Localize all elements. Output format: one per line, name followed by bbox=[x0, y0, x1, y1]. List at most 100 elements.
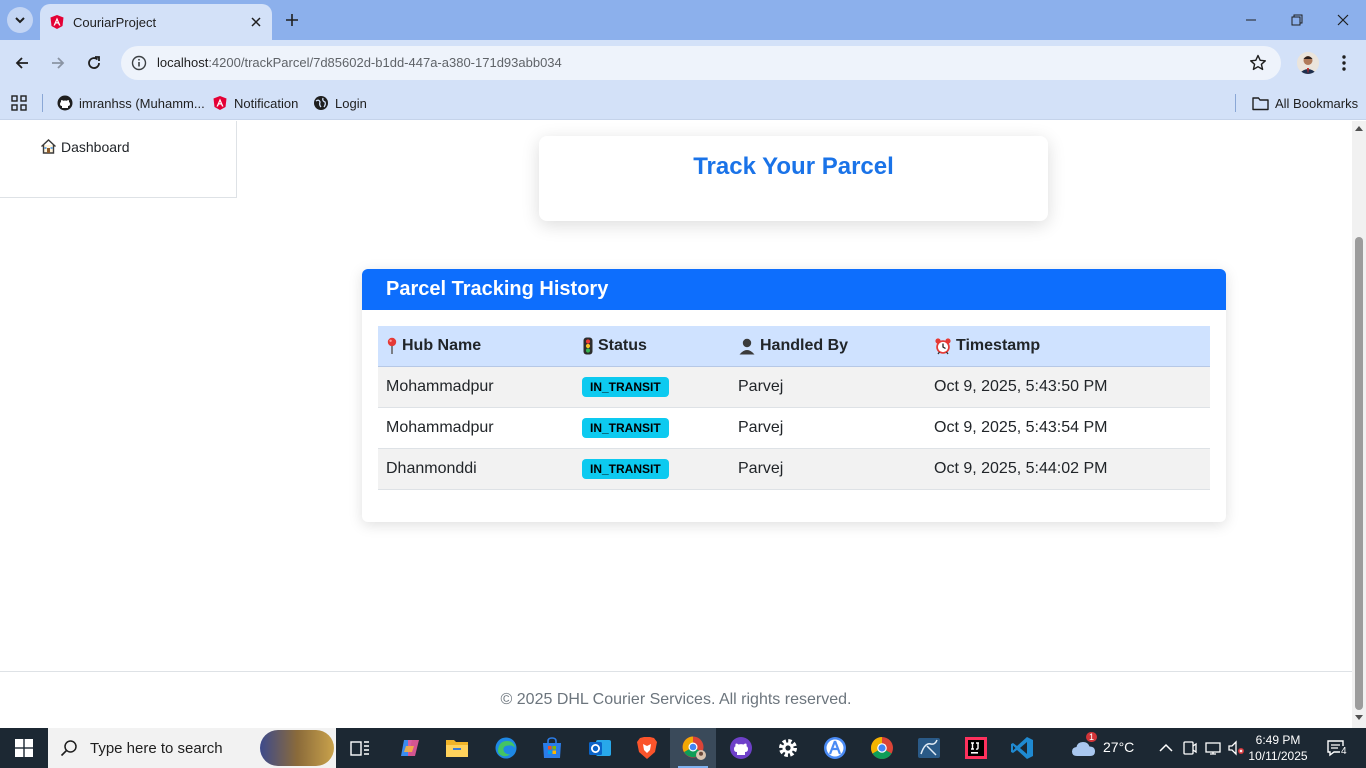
table-row: Mohammadpur IN_TRANSIT Parvej Oct 9, 202… bbox=[378, 367, 1210, 408]
home-icon bbox=[41, 139, 56, 154]
tab-search-button[interactable] bbox=[7, 7, 33, 33]
all-bookmarks-label: All Bookmarks bbox=[1275, 95, 1359, 111]
bookmark-login[interactable]: Login bbox=[313, 92, 367, 114]
windows-taskbar: Type here to search 1 27°C 6:49 PM 10/11… bbox=[0, 728, 1366, 768]
plus-icon bbox=[286, 14, 298, 26]
sidebar-item-dashboard[interactable]: Dashboard bbox=[40, 138, 130, 155]
start-button[interactable] bbox=[0, 728, 48, 768]
bookmark-label: imranhss (Muhamm... bbox=[79, 95, 205, 111]
restore-icon bbox=[1291, 14, 1303, 26]
edge-icon[interactable] bbox=[492, 734, 520, 762]
brave-browser-icon[interactable] bbox=[633, 734, 661, 762]
reload-icon bbox=[88, 56, 100, 69]
status-cell: IN_TRANSIT bbox=[574, 459, 730, 479]
more-vertical-icon bbox=[1342, 55, 1346, 71]
github-icon bbox=[57, 95, 73, 111]
android-studio-icon[interactable] bbox=[821, 734, 849, 762]
chrome-profile-icon[interactable] bbox=[680, 734, 708, 762]
browser-toolbar: localhost:4200/trackParcel/7d85602d-b1dd… bbox=[0, 40, 1366, 86]
search-placeholder: Type here to search bbox=[90, 739, 223, 757]
scroll-down-icon[interactable] bbox=[1355, 714, 1363, 722]
bookmark-github[interactable]: imranhss (Muhamm... bbox=[57, 92, 205, 114]
page-scrollbar[interactable] bbox=[1352, 121, 1366, 728]
vscode-icon[interactable] bbox=[1008, 734, 1036, 762]
apps-button[interactable] bbox=[11, 92, 33, 114]
bookmark-notification[interactable]: Notification bbox=[212, 92, 298, 114]
timestamp: Oct 9, 2025, 5:44:02 PM bbox=[934, 460, 1108, 477]
search-highlight-image[interactable] bbox=[260, 730, 334, 766]
bookmark-label: Login bbox=[335, 95, 367, 111]
site-info-icon[interactable] bbox=[127, 51, 151, 75]
intellij-idea-icon[interactable] bbox=[962, 734, 990, 762]
sidebar: Dashboard bbox=[0, 121, 237, 198]
traffic-light-icon bbox=[583, 337, 593, 355]
new-tab-button[interactable] bbox=[282, 10, 302, 30]
task-view-icon[interactable] bbox=[346, 734, 374, 762]
person-icon bbox=[739, 338, 755, 355]
alarm-clock-icon bbox=[935, 338, 951, 355]
browser-tabstrip: CouriarProject bbox=[0, 0, 1366, 40]
outlook-icon[interactable] bbox=[586, 734, 614, 762]
table-row: Dhanmonddi IN_TRANSIT Parvej Oct 9, 2025… bbox=[378, 449, 1210, 490]
arrow-left-icon bbox=[15, 57, 28, 69]
scroll-up-icon[interactable] bbox=[1355, 124, 1363, 132]
forward-button[interactable] bbox=[46, 51, 70, 75]
timestamp: Oct 9, 2025, 5:43:50 PM bbox=[934, 378, 1108, 395]
system-clock[interactable]: 6:49 PM 10/11/2025 bbox=[1246, 732, 1310, 764]
minimize-icon bbox=[1246, 19, 1256, 21]
profile-avatar[interactable] bbox=[1297, 52, 1319, 74]
microsoft-store-icon[interactable] bbox=[538, 734, 566, 762]
bookmark-label: Notification bbox=[234, 95, 299, 111]
column-header-hub: Hub Name bbox=[378, 337, 574, 355]
github-desktop-icon[interactable] bbox=[727, 734, 755, 762]
hub-name: Mohammadpur bbox=[386, 378, 494, 395]
tracking-history-card: Parcel Tracking History Hub Name Status … bbox=[362, 269, 1226, 522]
chrome-icon[interactable] bbox=[868, 734, 896, 762]
apps-grid-icon bbox=[11, 95, 27, 111]
column-header-timestamp: Timestamp bbox=[926, 337, 1210, 355]
taskbar-search[interactable]: Type here to search bbox=[48, 728, 336, 768]
hub-name: Mohammadpur bbox=[386, 419, 494, 436]
reload-button[interactable] bbox=[82, 51, 106, 75]
bookmark-separator bbox=[1235, 94, 1236, 112]
globe-icon bbox=[314, 96, 328, 110]
avatar-icon bbox=[1297, 52, 1319, 74]
scrollbar-thumb[interactable] bbox=[1355, 237, 1363, 710]
close-tab-icon[interactable] bbox=[248, 14, 264, 30]
timestamp: Oct 9, 2025, 5:43:54 PM bbox=[934, 419, 1108, 436]
settings-gear-icon[interactable] bbox=[774, 734, 802, 762]
copilot-icon[interactable] bbox=[396, 734, 424, 762]
card-header: Parcel Tracking History bbox=[362, 269, 1226, 310]
bookmark-star-icon[interactable] bbox=[1247, 52, 1269, 74]
track-parcel-card: Track Your Parcel bbox=[539, 136, 1048, 221]
close-icon bbox=[1337, 14, 1349, 26]
browser-menu-button[interactable] bbox=[1334, 51, 1354, 75]
arrow-right-icon bbox=[52, 57, 65, 69]
notification-count: 4 bbox=[1340, 746, 1348, 757]
restore-button[interactable] bbox=[1285, 8, 1309, 32]
handled-by: Parvej bbox=[738, 419, 784, 436]
browser-tab[interactable]: CouriarProject bbox=[40, 4, 272, 40]
folder-icon bbox=[1252, 96, 1269, 110]
column-header-status: Status bbox=[574, 337, 730, 355]
hub-name: Dhanmonddi bbox=[386, 460, 477, 477]
file-explorer-icon[interactable] bbox=[443, 734, 471, 762]
sidebar-item-label: Dashboard bbox=[61, 138, 130, 155]
back-button[interactable] bbox=[10, 51, 34, 75]
clock-date: 10/11/2025 bbox=[1248, 749, 1308, 763]
footer-divider bbox=[0, 671, 1352, 672]
clock-time: 6:49 PM bbox=[1255, 733, 1301, 747]
search-icon bbox=[60, 740, 77, 757]
all-bookmarks-button[interactable]: All Bookmarks bbox=[1252, 92, 1358, 114]
minimize-button[interactable] bbox=[1239, 8, 1263, 32]
weather-alert-badge: 1 bbox=[1086, 732, 1098, 742]
chevron-down-icon bbox=[15, 17, 25, 24]
status-cell: IN_TRANSIT bbox=[574, 418, 730, 438]
pin-icon bbox=[387, 337, 397, 354]
windows-logo-icon bbox=[15, 739, 33, 757]
close-window-button[interactable] bbox=[1331, 8, 1355, 32]
mysql-workbench-icon[interactable] bbox=[915, 734, 943, 762]
address-bar[interactable]: localhost:4200/trackParcel/7d85602d-b1dd… bbox=[121, 46, 1281, 80]
tab-title: CouriarProject bbox=[73, 14, 157, 30]
weather-temperature: 27°C bbox=[1103, 739, 1135, 755]
